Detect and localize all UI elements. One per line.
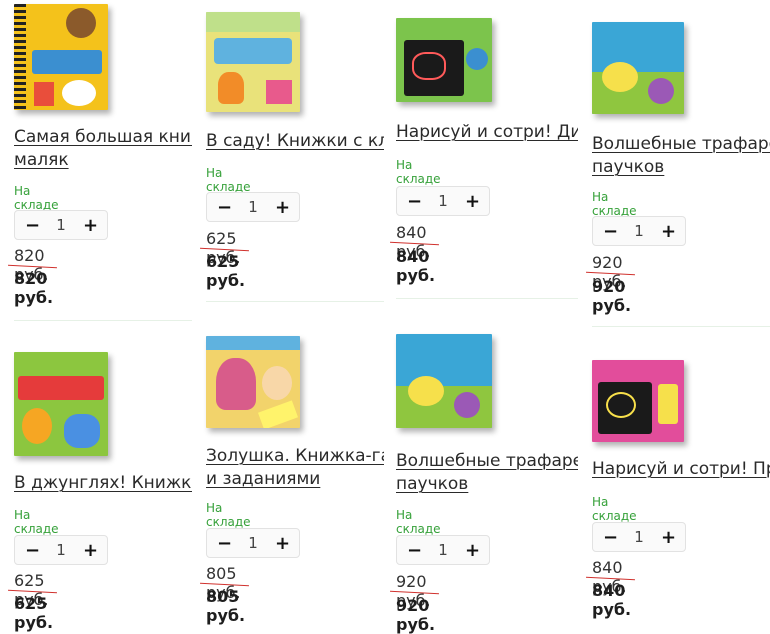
quantity-stepper[interactable]: − 1 + xyxy=(396,535,490,565)
increase-button[interactable]: + xyxy=(661,527,676,548)
book-cover-image[interactable] xyxy=(206,336,300,428)
product-title-link[interactable]: Волшебные трафарет паучков xyxy=(592,133,770,179)
increase-button[interactable]: + xyxy=(275,197,290,218)
current-price: 840 руб. xyxy=(592,581,632,619)
increase-button[interactable]: + xyxy=(83,540,98,561)
current-price: 625 руб. xyxy=(14,594,54,632)
current-price: 920 руб. xyxy=(396,596,436,634)
current-price: 920 руб. xyxy=(592,277,632,315)
quantity-stepper[interactable]: − 1 + xyxy=(592,522,686,552)
book-cover-image[interactable] xyxy=(396,18,492,102)
quantity-stepper[interactable]: − 1 + xyxy=(206,528,300,558)
product-title-link[interactable]: Золушка. Книжка-гарми заданиями xyxy=(206,445,384,491)
current-price: 625 руб. xyxy=(206,252,246,290)
increase-button[interactable]: + xyxy=(465,540,480,561)
stock-status: На складе xyxy=(14,184,59,212)
book-cover-image[interactable] xyxy=(592,360,684,442)
stock-status: На складе xyxy=(206,501,251,529)
decrease-button[interactable]: − xyxy=(25,540,40,561)
product-title-link[interactable]: Самая большая книга маляк xyxy=(14,126,192,172)
increase-button[interactable]: + xyxy=(661,221,676,242)
decrease-button[interactable]: − xyxy=(217,533,232,554)
quantity-stepper[interactable]: − 1 + xyxy=(14,210,108,240)
product-title-link[interactable]: В джунглях! Книжки с xyxy=(14,472,192,495)
row-divider xyxy=(14,320,192,321)
row-divider xyxy=(206,301,384,302)
quantity-value[interactable]: 1 xyxy=(248,534,258,552)
stock-status: На складе xyxy=(396,508,441,536)
book-cover-image[interactable] xyxy=(396,334,492,428)
decrease-button[interactable]: − xyxy=(217,197,232,218)
stock-status: На складе xyxy=(592,190,637,218)
row-divider xyxy=(592,326,770,327)
decrease-button[interactable]: − xyxy=(603,221,618,242)
book-cover-image[interactable] xyxy=(14,4,108,110)
increase-button[interactable]: + xyxy=(275,533,290,554)
quantity-value[interactable]: 1 xyxy=(438,541,448,559)
book-cover-image[interactable] xyxy=(206,12,300,112)
quantity-value[interactable]: 1 xyxy=(438,192,448,210)
row-divider xyxy=(396,298,578,299)
quantity-value[interactable]: 1 xyxy=(248,198,258,216)
quantity-stepper[interactable]: − 1 + xyxy=(206,192,300,222)
increase-button[interactable]: + xyxy=(465,191,480,212)
decrease-button[interactable]: − xyxy=(407,191,422,212)
book-cover-image[interactable] xyxy=(592,22,684,114)
stock-status: На складе xyxy=(592,495,637,523)
decrease-button[interactable]: − xyxy=(25,215,40,236)
book-cover-image[interactable] xyxy=(14,352,108,456)
stock-status: На складе xyxy=(396,158,441,186)
decrease-button[interactable]: − xyxy=(603,527,618,548)
stock-status: На складе xyxy=(14,508,59,536)
quantity-stepper[interactable]: − 1 + xyxy=(592,216,686,246)
quantity-value[interactable]: 1 xyxy=(56,216,66,234)
product-title-link[interactable]: Нарисуй и сотри! При xyxy=(592,458,770,481)
decrease-button[interactable]: − xyxy=(407,540,422,561)
quantity-value[interactable]: 1 xyxy=(634,222,644,240)
quantity-value[interactable]: 1 xyxy=(634,528,644,546)
increase-button[interactable]: + xyxy=(83,215,98,236)
product-title-link[interactable]: Волшебные трафарет паучков xyxy=(396,450,578,496)
current-price: 840 руб. xyxy=(396,247,436,285)
stock-status: На складе xyxy=(206,166,251,194)
quantity-stepper[interactable]: − 1 + xyxy=(14,535,108,565)
current-price: 805 руб. xyxy=(206,587,246,625)
current-price: 820 руб. xyxy=(14,269,54,307)
quantity-value[interactable]: 1 xyxy=(56,541,66,559)
product-title-link[interactable]: Нарисуй и сотри! Дин xyxy=(396,121,578,144)
quantity-stepper[interactable]: − 1 + xyxy=(396,186,490,216)
product-title-link[interactable]: В саду! Книжки с клапа xyxy=(206,130,384,153)
